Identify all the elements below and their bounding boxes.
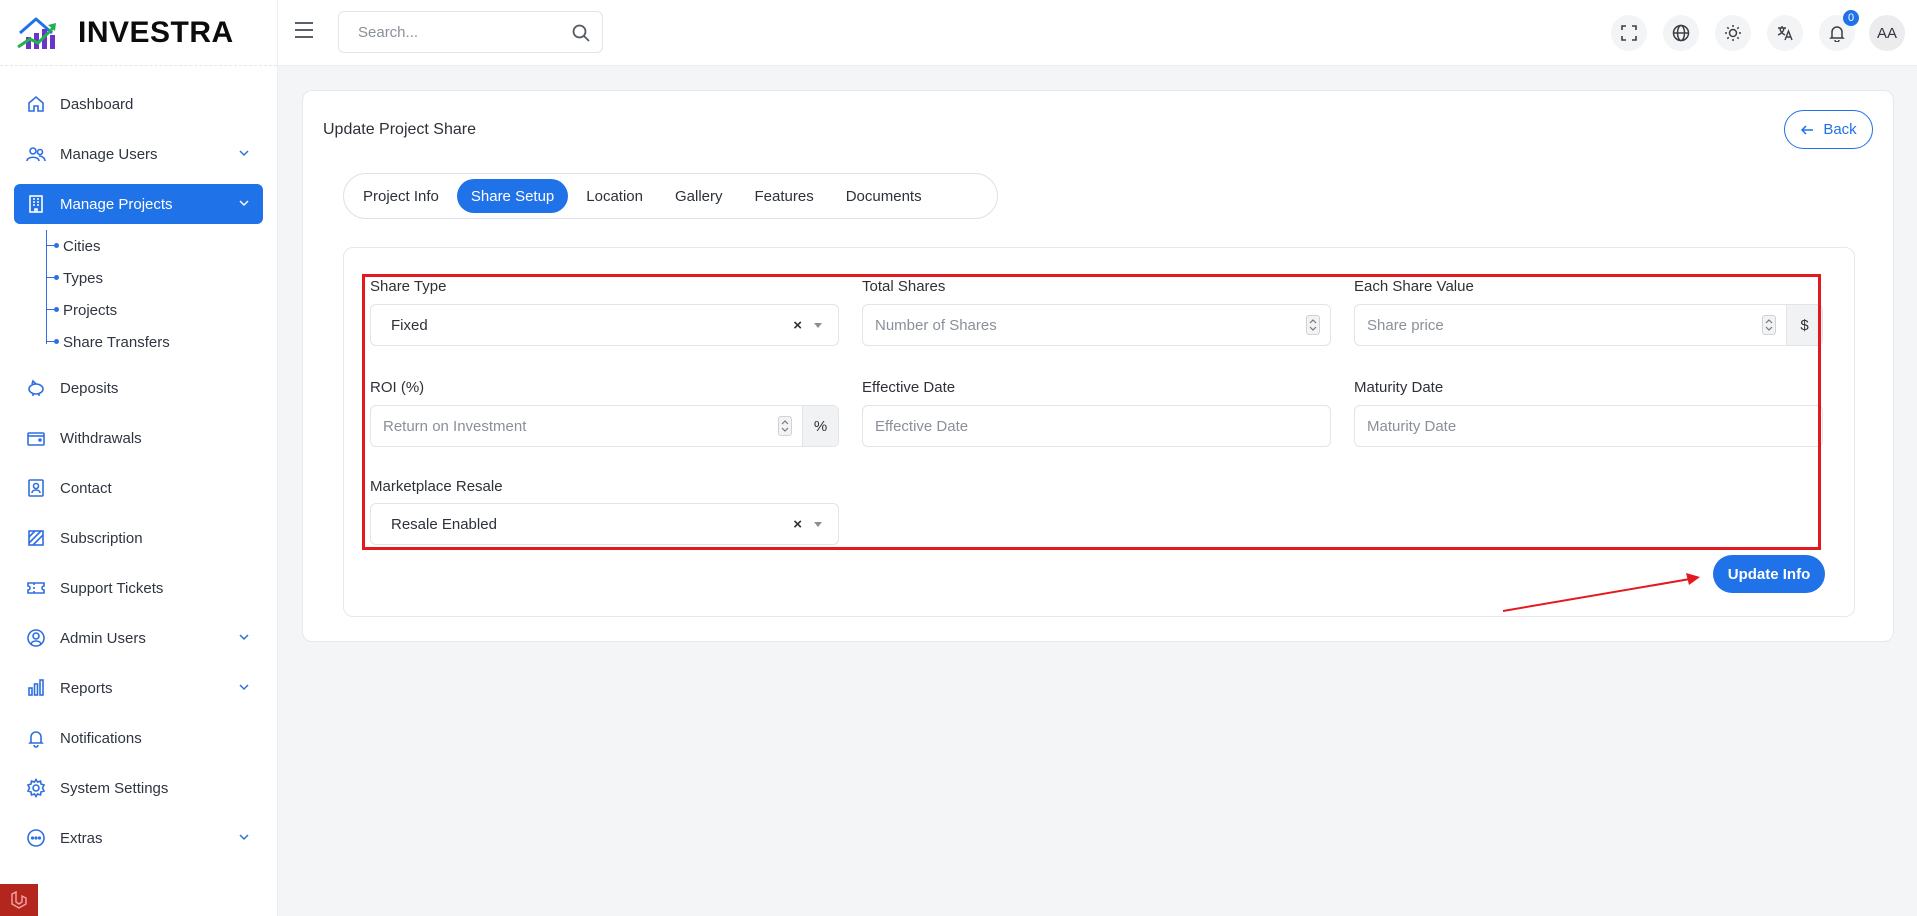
- brand[interactable]: INVESTRA: [0, 0, 277, 66]
- users-icon: [26, 144, 46, 164]
- tab-project-info[interactable]: Project Info: [349, 179, 453, 213]
- sidebar-item-subscription[interactable]: Subscription: [14, 518, 263, 558]
- sidebar-item-label: Contact: [60, 479, 112, 497]
- sidebar-item-label: Notifications: [60, 729, 142, 747]
- search-box: [338, 11, 603, 53]
- sidebar-item-reports[interactable]: Reports: [14, 668, 263, 708]
- tab-location[interactable]: Location: [572, 179, 657, 213]
- project-tabs: Project Info Share Setup Location Galler…: [343, 173, 998, 219]
- sidebar-item-deposits[interactable]: Deposits: [14, 368, 263, 408]
- brand-name: INVESTRA: [78, 15, 234, 49]
- chevron-down-icon: [239, 200, 249, 207]
- sidebar-subitem-types[interactable]: Types: [46, 262, 277, 294]
- sidebar: INVESTRA Dashboard Manage Users Manage P…: [0, 0, 278, 916]
- share-setup-form: Share Type Fixed × Total Shares Number o…: [343, 247, 1855, 617]
- sidebar-item-admin-users[interactable]: Admin Users: [14, 618, 263, 658]
- fullscreen-icon[interactable]: [1611, 15, 1647, 51]
- update-info-button[interactable]: Update Info: [1713, 555, 1825, 593]
- update-project-share-card: Update Project Share Back Project Info S…: [302, 90, 1894, 642]
- sidebar-item-label: Manage Projects: [60, 195, 173, 213]
- arrow-left-icon: [1801, 124, 1814, 135]
- translate-icon[interactable]: [1767, 15, 1803, 51]
- globe-icon[interactable]: [1663, 15, 1699, 51]
- sidebar-item-manage-users[interactable]: Manage Users: [14, 134, 263, 174]
- chevron-down-icon: [239, 684, 249, 691]
- back-button-label: Back: [1823, 121, 1857, 138]
- notification-count-badge: 0: [1843, 10, 1859, 26]
- annotation-highlight-box: [362, 274, 1821, 550]
- sidebar-item-extras[interactable]: Extras: [14, 818, 263, 858]
- sidebar-item-dashboard[interactable]: Dashboard: [14, 84, 263, 124]
- sidebar-item-label: Deposits: [60, 379, 119, 397]
- bar-chart-icon: [26, 678, 46, 698]
- menu-toggle-icon[interactable]: [292, 19, 316, 41]
- sidebar-subitem-share-transfers[interactable]: Share Transfers: [46, 326, 277, 358]
- top-header: 0 AA: [278, 0, 1917, 66]
- annotation-arrow-icon: [1502, 573, 1700, 612]
- sidebar-subnav-manage-projects: Cities Types Projects Share Transfers: [46, 230, 277, 358]
- sun-icon[interactable]: [1715, 15, 1751, 51]
- tab-share-setup[interactable]: Share Setup: [456, 179, 569, 213]
- back-button[interactable]: Back: [1784, 110, 1873, 149]
- avatar[interactable]: AA: [1869, 15, 1905, 51]
- more-circle-icon: [26, 828, 46, 848]
- sidebar-item-contact[interactable]: Contact: [14, 468, 263, 508]
- bell-icon: [26, 728, 46, 748]
- sidebar-item-support-tickets[interactable]: Support Tickets: [14, 568, 263, 608]
- sidebar-item-label: Reports: [60, 679, 113, 697]
- tab-gallery[interactable]: Gallery: [661, 179, 737, 213]
- chevron-down-icon: [239, 834, 249, 841]
- sidebar-subitem-cities[interactable]: Cities: [46, 230, 277, 262]
- building-icon: [26, 194, 46, 214]
- search-icon[interactable]: [571, 23, 591, 43]
- sidebar-nav: Dashboard Manage Users Manage Projects C…: [0, 66, 277, 858]
- tab-documents[interactable]: Documents: [832, 179, 936, 213]
- sidebar-item-label: Admin Users: [60, 629, 146, 647]
- chevron-down-icon: [239, 634, 249, 641]
- wallet-icon: [26, 428, 46, 448]
- sidebar-item-label: System Settings: [60, 779, 169, 797]
- sidebar-item-label: Dashboard: [60, 95, 134, 113]
- sidebar-item-label: Withdrawals: [60, 429, 142, 447]
- sidebar-item-notifications[interactable]: Notifications: [14, 718, 263, 758]
- ticket-icon: [26, 578, 46, 598]
- laravel-debug-icon[interactable]: [0, 884, 38, 916]
- sidebar-item-label: Extras: [60, 829, 103, 847]
- home-icon: [26, 94, 46, 114]
- admin-user-icon: [26, 628, 46, 648]
- notification-bell-icon[interactable]: 0: [1819, 10, 1859, 51]
- chevron-down-icon: [239, 150, 249, 157]
- contact-icon: [26, 478, 46, 498]
- investra-logo-icon: [17, 17, 56, 49]
- sidebar-subitem-projects[interactable]: Projects: [46, 294, 277, 326]
- gear-icon: [26, 778, 46, 798]
- subscription-icon: [26, 528, 46, 548]
- sidebar-item-label: Subscription: [60, 529, 143, 547]
- sidebar-item-label: Support Tickets: [60, 579, 164, 597]
- sidebar-item-withdrawals[interactable]: Withdrawals: [14, 418, 263, 458]
- sidebar-item-system-settings[interactable]: System Settings: [14, 768, 263, 808]
- page-title: Update Project Share: [323, 121, 476, 138]
- piggy-bank-icon: [26, 378, 46, 398]
- search-input[interactable]: [339, 12, 602, 52]
- tab-features[interactable]: Features: [741, 179, 828, 213]
- sidebar-item-manage-projects[interactable]: Manage Projects: [14, 184, 263, 224]
- sidebar-item-label: Manage Users: [60, 145, 158, 163]
